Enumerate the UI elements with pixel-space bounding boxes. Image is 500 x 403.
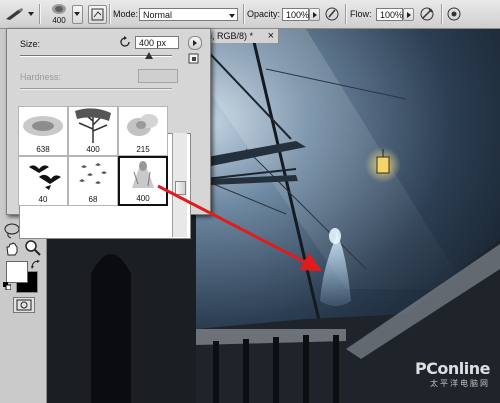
annotation-arrow	[157, 184, 322, 271]
